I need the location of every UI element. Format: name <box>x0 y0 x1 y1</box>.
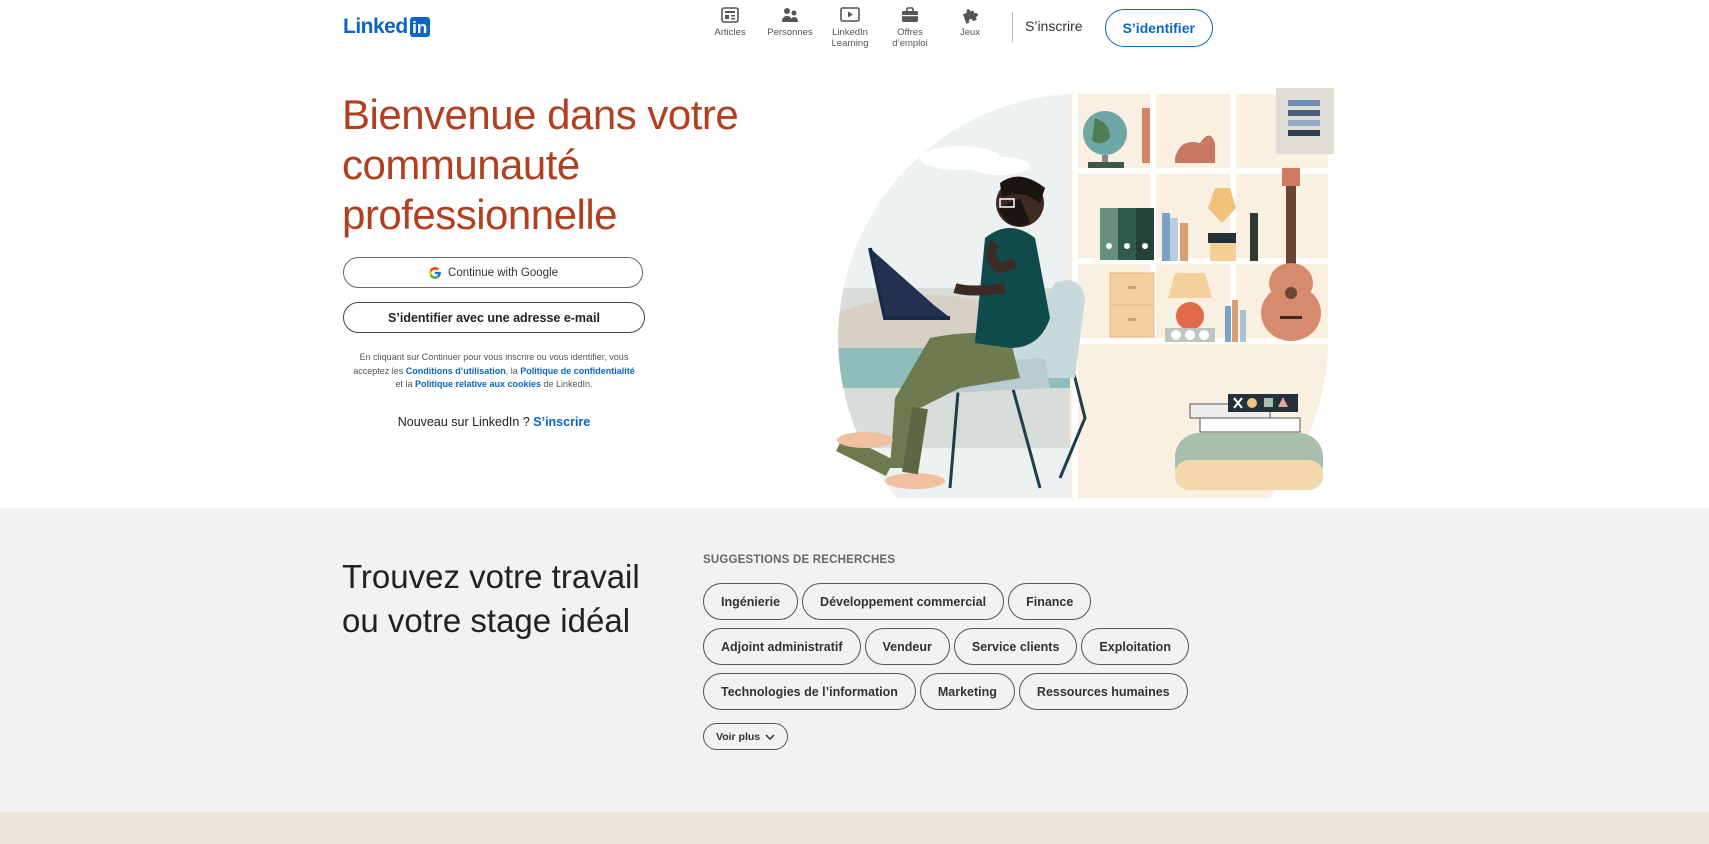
chevron-down-icon <box>765 733 775 740</box>
google-icon <box>429 266 441 279</box>
see-more-button[interactable]: Voir plus <box>703 723 789 750</box>
suggestion-pill[interactable]: Exploitation <box>1081 628 1189 665</box>
legal-text: , la <box>505 365 521 376</box>
jobs-section: Trouvez votre travail ou votre stage idé… <box>0 508 1709 812</box>
nav-item-label: LinkedIn Learning <box>831 27 869 49</box>
articles-icon <box>721 7 739 23</box>
suggestions-heading: SUGGESTIONS DE RECHERCHES <box>703 554 896 566</box>
legal-text: et la <box>395 379 415 389</box>
linkedin-logo[interactable]: Linked in <box>343 15 430 39</box>
logo-text: Linked <box>343 15 408 38</box>
nav-items: Articles Personnes LinkedIn Learning Off… <box>700 6 1213 49</box>
terms-link[interactable]: Conditions d’utilisation <box>406 366 506 376</box>
nav-item-learning[interactable]: LinkedIn Learning <box>820 6 880 49</box>
hero-illustration <box>835 88 1334 498</box>
suggestion-pill[interactable]: Ingénierie <box>703 583 799 620</box>
nav-item-jobs[interactable]: Offres d’emploi <box>880 6 940 49</box>
suggestion-pill[interactable]: Adjoint administratif <box>703 628 861 665</box>
signin-email-button[interactable]: S’identifier avec une adresse e-mail <box>343 302 645 333</box>
nav-item-articles[interactable]: Articles <box>700 6 760 38</box>
legal-notice: En cliquant sur Continuer pour vous insc… <box>343 351 645 392</box>
nav-item-people[interactable]: Personnes <box>760 6 820 38</box>
suggestion-pill[interactable]: Service clients <box>953 628 1078 665</box>
nav-item-label: Personnes <box>767 27 813 38</box>
logo-in-badge: in <box>409 17 430 37</box>
pill-row: Technologies de l’information Marketing … <box>703 673 1203 710</box>
learning-icon <box>840 7 860 22</box>
top-nav: Linked in Articles Personnes LinkedIn Le… <box>0 0 1709 52</box>
see-more-label: Voir plus <box>716 730 761 743</box>
people-icon <box>782 8 798 22</box>
google-button-label: Continue with Google <box>448 266 558 279</box>
briefcase-icon <box>902 7 918 22</box>
continue-with-google-button[interactable]: Continue with Google <box>343 257 643 288</box>
hero-title: Bienvenue dans votre communauté professi… <box>342 91 739 238</box>
suggestion-pill[interactable]: Marketing <box>919 673 1015 710</box>
nav-item-label: Offres d’emploi <box>892 27 928 49</box>
new-user-text: Nouveau sur LinkedIn ? <box>397 415 534 429</box>
suggestion-pill[interactable]: Technologies de l’information <box>703 673 916 710</box>
next-section-band <box>0 812 1709 844</box>
pill-row: Adjoint administratif Vendeur Service cl… <box>703 628 1203 665</box>
suggestion-pill[interactable]: Ressources humaines <box>1018 673 1188 710</box>
nav-item-games[interactable]: Jeux <box>940 6 1000 38</box>
suggestion-pill[interactable]: Vendeur <box>864 628 950 665</box>
cookies-link[interactable]: Politique relative aux cookies <box>415 379 541 389</box>
signup-link[interactable]: S’inscrire <box>1025 18 1083 34</box>
privacy-link[interactable]: Politique de confidentialité <box>520 366 635 376</box>
new-user-line: Nouveau sur LinkedIn ? S’inscrire <box>343 415 645 429</box>
pill-row: Ingénierie Développement commercial Fina… <box>703 583 1203 620</box>
search-suggestions: Ingénierie Développement commercial Fina… <box>703 583 1203 718</box>
puzzle-icon <box>962 9 978 24</box>
suggestion-pill[interactable]: Développement commercial <box>802 583 1005 620</box>
signin-button[interactable]: S’identifier <box>1104 9 1213 47</box>
suggestion-pill[interactable]: Finance <box>1008 583 1092 620</box>
nav-item-label: Articles <box>714 27 746 38</box>
legal-text: de LinkedIn. <box>541 379 593 389</box>
new-user-signup-link[interactable]: S’inscrire <box>533 415 590 429</box>
jobs-section-title: Trouvez votre travail ou votre stage idé… <box>342 558 640 639</box>
nav-item-label: Jeux <box>959 27 981 38</box>
nav-divider <box>1012 12 1013 42</box>
